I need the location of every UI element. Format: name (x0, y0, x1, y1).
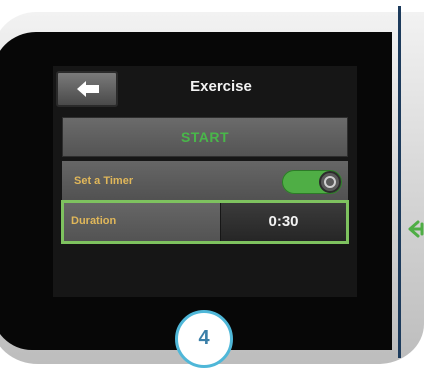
toggle-knob (319, 171, 341, 193)
duration-value: 0:30 (268, 213, 299, 230)
duration-label: Duration (71, 215, 117, 227)
step-number: 4 (198, 327, 210, 349)
set-timer-label: Set a Timer (74, 175, 134, 187)
start-button[interactable]: START (62, 117, 348, 157)
back-arrow-icon (77, 81, 99, 97)
duration-value-cell[interactable]: 0:30 (221, 203, 346, 241)
set-timer-row: Set a Timer (62, 161, 348, 201)
back-button[interactable] (56, 71, 118, 107)
device-right-edge (398, 6, 401, 358)
screen-header: Exercise (53, 66, 357, 110)
page-title: Exercise (190, 78, 252, 95)
set-timer-toggle[interactable] (282, 170, 342, 194)
step-badge: 4 (175, 310, 233, 368)
duration-label-cell: Duration (64, 203, 220, 241)
duration-row[interactable]: Duration 0:30 (61, 200, 349, 244)
device-screen: Exercise START Set a Timer Duration 0:30 (53, 66, 357, 297)
pointer-arrow-icon (408, 220, 424, 238)
start-button-label: START (180, 129, 230, 145)
